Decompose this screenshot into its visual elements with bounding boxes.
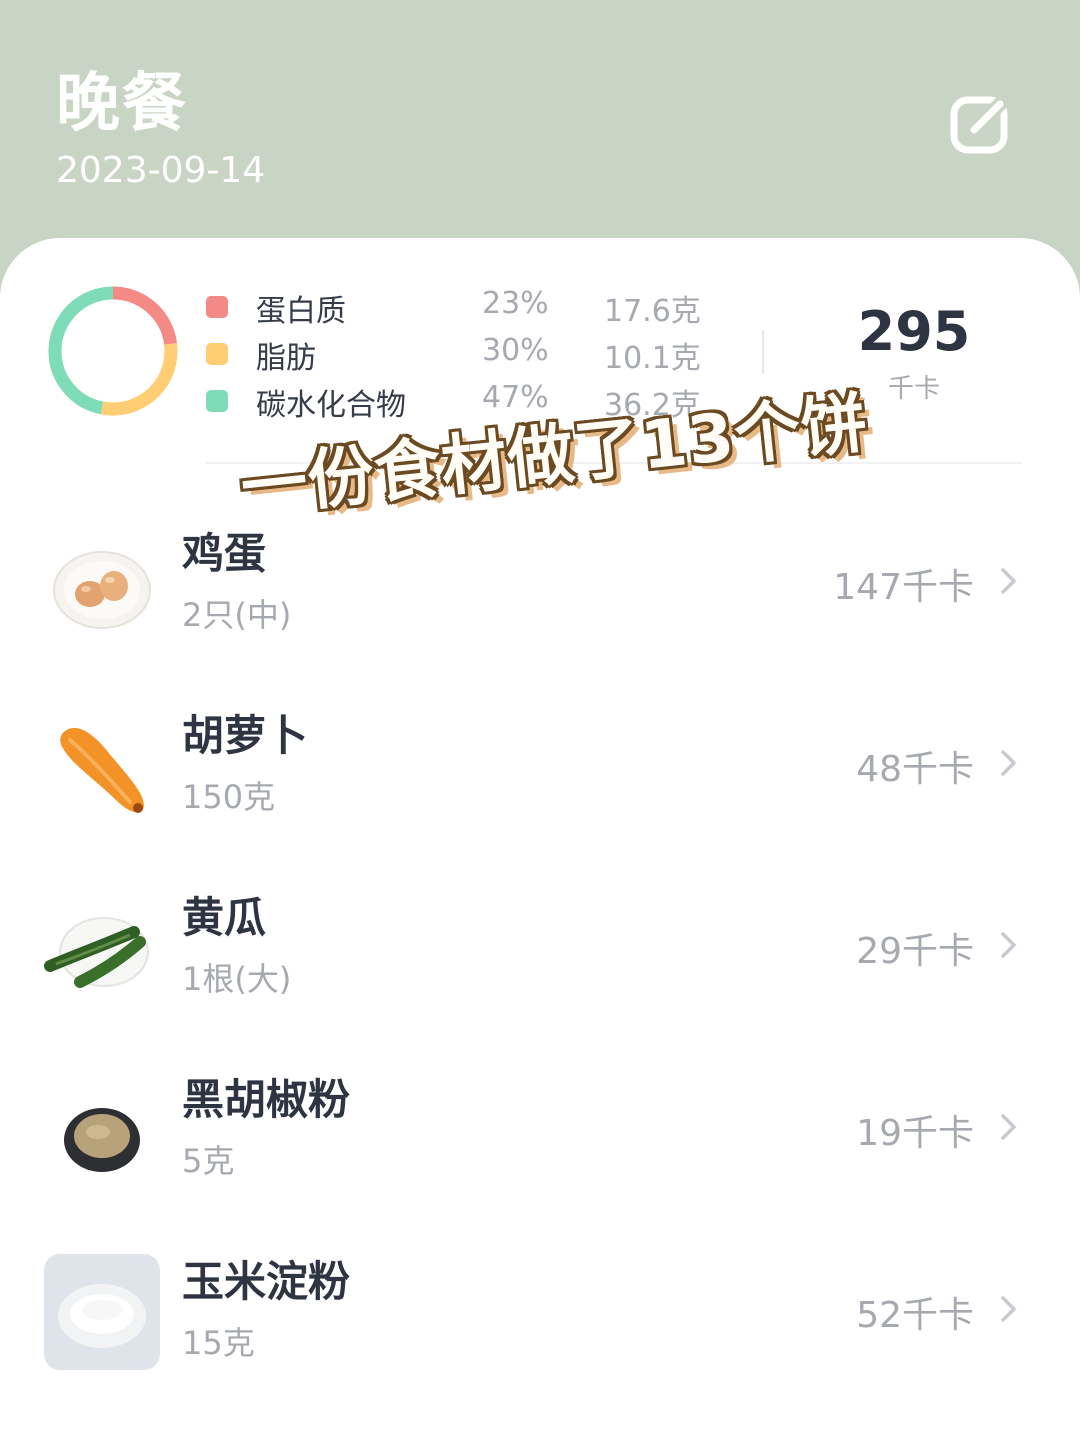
food-name: 黑胡椒粉 bbox=[182, 1075, 351, 1124]
fat-color-dot bbox=[206, 343, 228, 365]
food-calories: 147千卡 bbox=[833, 567, 974, 608]
macro-donut-chart bbox=[48, 286, 178, 416]
chevron-right-icon bbox=[1001, 932, 1016, 958]
food-item-cucumber[interactable]: 黄瓜 1根(大) 29千卡 bbox=[0, 874, 1080, 1034]
food-name: 胡萝卜 bbox=[182, 711, 309, 760]
food-calories: 48千卡 bbox=[856, 749, 974, 790]
food-item-egg[interactable]: 鸡蛋 2只(中) 147千卡 bbox=[0, 510, 1080, 670]
nutrient-name: 碳水化合物 bbox=[256, 388, 406, 423]
nutrient-row-fat: 脂肪 30% 10.1克 bbox=[206, 333, 726, 376]
header: 晚餐 2023-09-14 bbox=[0, 0, 1080, 260]
food-portion: 5克 bbox=[182, 1142, 235, 1180]
chevron-right-icon bbox=[1001, 1296, 1016, 1322]
food-portion: 15克 bbox=[182, 1324, 255, 1362]
protein-color-dot bbox=[206, 296, 228, 318]
meal-title: 晚餐 bbox=[56, 67, 188, 141]
nutrient-name: 脂肪 bbox=[256, 341, 316, 376]
food-portion: 150克 bbox=[182, 778, 276, 816]
food-name: 玉米淀粉 bbox=[182, 1257, 351, 1306]
food-portion: 1根(大) bbox=[182, 960, 292, 998]
carrot-icon bbox=[60, 727, 144, 813]
total-calories: 295 bbox=[857, 300, 971, 363]
nutrient-percent: 23% bbox=[482, 286, 549, 321]
chevron-right-icon bbox=[1001, 568, 1016, 594]
nutrient-percent: 30% bbox=[482, 333, 549, 368]
cornstarch-icon bbox=[44, 1254, 160, 1370]
food-item-black-pepper[interactable]: 黑胡椒粉 5克 19千卡 bbox=[0, 1056, 1080, 1216]
cucumber-icon bbox=[44, 917, 149, 988]
carbs-color-dot bbox=[206, 390, 228, 412]
nutrient-name: 蛋白质 bbox=[256, 294, 346, 329]
food-portion: 2只(中) bbox=[182, 596, 292, 634]
food-name: 黄瓜 bbox=[182, 893, 267, 942]
edit-icon[interactable] bbox=[948, 90, 1014, 156]
food-calories: 52千卡 bbox=[856, 1295, 974, 1336]
egg-plate-icon bbox=[53, 551, 151, 629]
chevron-right-icon bbox=[1001, 1114, 1016, 1140]
summary-divider bbox=[762, 330, 764, 374]
pepper-bowl-icon bbox=[64, 1108, 140, 1172]
meal-date: 2023-09-14 bbox=[56, 150, 266, 191]
food-item-corn-starch[interactable]: 玉米淀粉 15克 52千卡 bbox=[0, 1238, 1080, 1398]
chevron-right-icon bbox=[1001, 750, 1016, 776]
food-calories: 29千卡 bbox=[856, 931, 974, 972]
food-calories: 19千卡 bbox=[856, 1113, 974, 1154]
food-item-carrot[interactable]: 胡萝卜 150克 48千卡 bbox=[0, 692, 1080, 852]
nutrient-amount: 17.6克 bbox=[604, 294, 701, 329]
nutrient-row-protein: 蛋白质 23% 17.6克 bbox=[206, 286, 726, 329]
nutrient-amount: 10.1克 bbox=[604, 341, 701, 376]
